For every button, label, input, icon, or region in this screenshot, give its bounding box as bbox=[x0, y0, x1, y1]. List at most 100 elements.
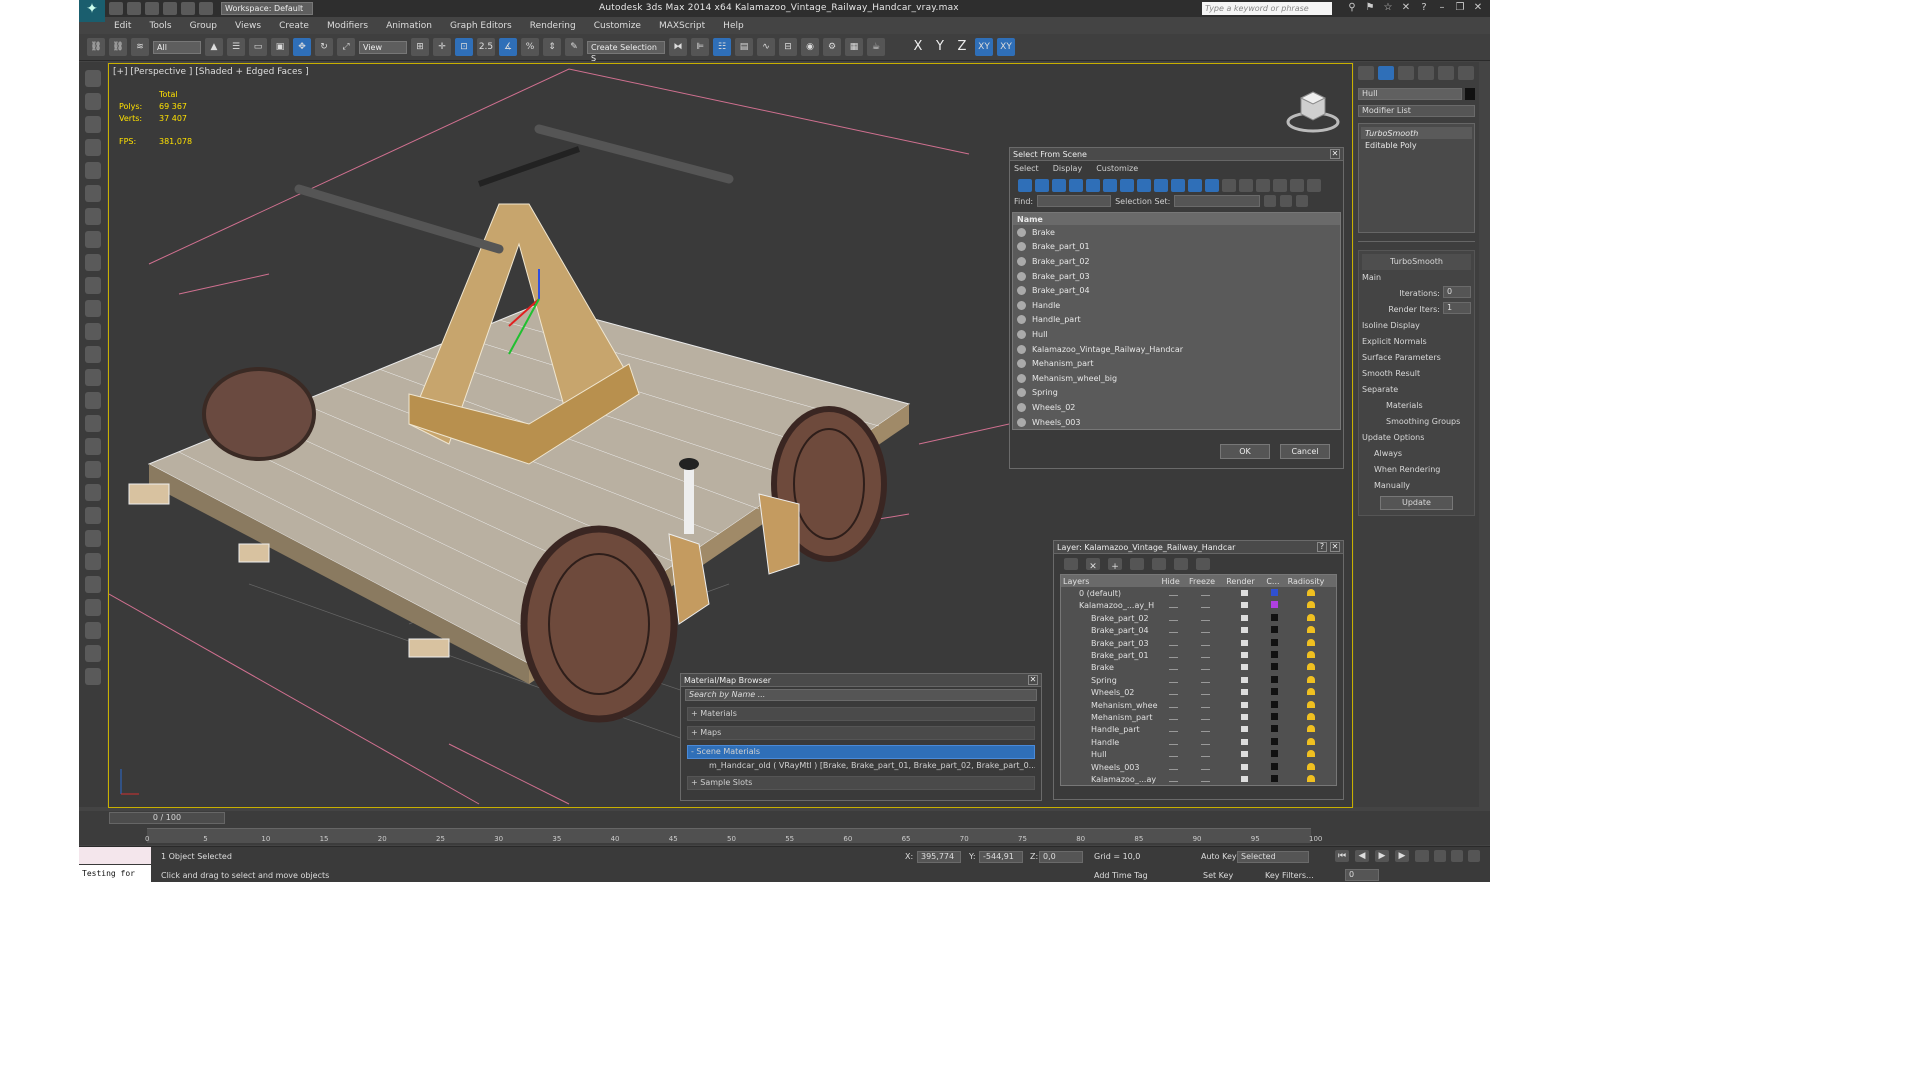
angle-snap-icon[interactable]: ∡ bbox=[499, 38, 517, 56]
project-icon[interactable] bbox=[199, 2, 213, 15]
select-scene-close-icon[interactable]: ✕ bbox=[1330, 149, 1340, 159]
select-scene-menu-display[interactable]: Display bbox=[1053, 164, 1083, 173]
list-item[interactable]: Kalamazoo_Vintage_Railway_Handcar bbox=[1013, 342, 1340, 357]
menu-modifiers[interactable]: Modifiers bbox=[318, 21, 377, 31]
freeze-toggle[interactable] bbox=[1187, 662, 1224, 674]
list-item[interactable]: Mehanism_wheel_big bbox=[1013, 371, 1340, 386]
table-row[interactable]: Handle_part bbox=[1061, 724, 1336, 736]
add-time-tag[interactable]: Add Time Tag bbox=[1094, 871, 1148, 880]
display-xrefs-icon[interactable] bbox=[1137, 179, 1151, 192]
star-icon[interactable]: ☆ bbox=[1382, 2, 1394, 14]
spinner-snap-icon[interactable]: ⇕ bbox=[543, 38, 561, 56]
selection-set-dropdown[interactable] bbox=[1174, 195, 1261, 207]
layer-col-header[interactable]: Hide bbox=[1160, 575, 1187, 587]
freeze-toggle[interactable] bbox=[1187, 587, 1224, 599]
freeze-toggle[interactable] bbox=[1187, 761, 1224, 773]
render-icon[interactable] bbox=[1224, 625, 1264, 637]
hide-toggle[interactable] bbox=[1160, 649, 1187, 661]
hide-toggle[interactable] bbox=[1160, 711, 1187, 723]
render-icon[interactable] bbox=[1224, 736, 1264, 748]
select-invert-icon[interactable] bbox=[1256, 179, 1270, 192]
space-icon[interactable] bbox=[85, 484, 101, 501]
menu-rendering[interactable]: Rendering bbox=[521, 21, 585, 31]
rect-selection-icon[interactable]: ▭ bbox=[249, 38, 267, 56]
current-frame-field[interactable]: 0 bbox=[1345, 869, 1379, 881]
binoculars-icon[interactable]: ⚲ bbox=[1346, 2, 1358, 14]
globe-icon[interactable] bbox=[85, 622, 101, 639]
hide-toggle[interactable] bbox=[1160, 687, 1187, 699]
hierarchy-tab-icon[interactable] bbox=[1398, 66, 1414, 80]
doc-icon[interactable] bbox=[85, 645, 101, 662]
color-swatch[interactable] bbox=[1264, 711, 1285, 723]
selection-filter-dropdown[interactable]: All bbox=[153, 40, 201, 54]
materials-checkbox[interactable]: Materials bbox=[1362, 398, 1471, 414]
menu-animation[interactable]: Animation bbox=[377, 21, 441, 31]
create-icon[interactable] bbox=[85, 70, 101, 87]
layer-col-header[interactable]: C... bbox=[1264, 575, 1285, 587]
radiosity-icon[interactable] bbox=[1286, 687, 1336, 699]
render-icon[interactable] bbox=[1224, 687, 1264, 699]
color-swatch[interactable] bbox=[1264, 724, 1285, 736]
radiosity-icon[interactable] bbox=[1286, 674, 1336, 686]
find-input[interactable] bbox=[1037, 195, 1112, 207]
table-row[interactable]: Brake_part_04 bbox=[1061, 625, 1336, 637]
color-swatch[interactable] bbox=[1264, 699, 1285, 711]
color-swatch[interactable] bbox=[1264, 625, 1285, 637]
save-icon[interactable] bbox=[145, 2, 159, 15]
modifier-list-dropdown[interactable]: Modifier List bbox=[1358, 105, 1475, 117]
list-item[interactable]: Wheels_003 bbox=[1013, 415, 1340, 430]
scene-materials-section[interactable]: - Scene Materials bbox=[687, 745, 1035, 759]
render-icon[interactable] bbox=[1224, 637, 1264, 649]
layer-col-header[interactable]: Freeze bbox=[1187, 575, 1224, 587]
color-swatch[interactable] bbox=[1264, 612, 1285, 624]
axis-xy-button[interactable]: XY bbox=[975, 38, 993, 56]
matbrowser-close-icon[interactable]: ✕ bbox=[1028, 675, 1038, 685]
render-icon[interactable] bbox=[1224, 662, 1264, 674]
color-swatch[interactable] bbox=[1264, 687, 1285, 699]
hide-toggle[interactable] bbox=[1160, 724, 1187, 736]
sample-slots-section[interactable]: + Sample Slots bbox=[687, 776, 1035, 790]
table-row[interactable]: Brake bbox=[1061, 662, 1336, 674]
menu-customize[interactable]: Customize bbox=[585, 21, 650, 31]
sound-icon[interactable] bbox=[85, 208, 101, 225]
freeze-toggle[interactable] bbox=[1187, 773, 1224, 785]
menu-create[interactable]: Create bbox=[270, 21, 318, 31]
stack-item-editable-poly[interactable]: Editable Poly bbox=[1361, 139, 1472, 151]
close-icon[interactable]: ✕ bbox=[1472, 2, 1484, 14]
snaps-toggle-icon[interactable]: 2.5 bbox=[477, 38, 495, 56]
hide-toggle[interactable] bbox=[1160, 587, 1187, 599]
table-row[interactable]: 0 (default) bbox=[1061, 587, 1336, 599]
window-crossing-icon[interactable]: ▣ bbox=[271, 38, 289, 56]
prev-frame-icon[interactable]: ◀ bbox=[1355, 850, 1369, 862]
go-to-start-icon[interactable]: ⏮ bbox=[1335, 850, 1349, 862]
hide-toggle[interactable] bbox=[1160, 736, 1187, 748]
list-item[interactable]: Brake_part_02 bbox=[1013, 254, 1340, 269]
hide-all-icon[interactable] bbox=[1174, 558, 1188, 570]
render-icon[interactable] bbox=[1224, 761, 1264, 773]
table-row[interactable]: Wheels_02 bbox=[1061, 687, 1336, 699]
viewcube-icon[interactable] bbox=[1285, 84, 1341, 134]
hide-toggle[interactable] bbox=[1160, 600, 1187, 612]
hide-toggle[interactable] bbox=[1160, 761, 1187, 773]
freeze-toggle[interactable] bbox=[1187, 736, 1224, 748]
object-color-swatch[interactable] bbox=[1465, 88, 1475, 100]
object-name-field[interactable]: Hull bbox=[1358, 88, 1463, 100]
color-swatch[interactable] bbox=[1264, 761, 1285, 773]
edit-named-sel-icon[interactable]: ✎ bbox=[565, 38, 583, 56]
keyword-search-input[interactable]: Type a keyword or phrase bbox=[1202, 2, 1332, 15]
redo-icon[interactable] bbox=[181, 2, 195, 15]
display-groups-icon[interactable] bbox=[1120, 179, 1134, 192]
render-icon[interactable] bbox=[1224, 587, 1264, 599]
play-icon[interactable]: ▶ bbox=[1375, 850, 1389, 862]
hide-toggle[interactable] bbox=[1160, 662, 1187, 674]
zoom-icon[interactable] bbox=[1417, 850, 1429, 862]
select-move-icon[interactable]: ✥ bbox=[293, 38, 311, 56]
hide-toggle[interactable] bbox=[1160, 748, 1187, 760]
color-swatch[interactable] bbox=[1264, 649, 1285, 661]
sun-icon[interactable] bbox=[85, 369, 101, 386]
unlink-icon[interactable]: ⛓ bbox=[109, 38, 127, 56]
display-geometry-icon[interactable] bbox=[1018, 179, 1032, 192]
layer-title[interactable]: Layer: Kalamazoo_Vintage_Railway_Handcar bbox=[1054, 541, 1343, 554]
list-item[interactable]: Wheels_02 bbox=[1013, 400, 1340, 415]
when-rendering-radio[interactable]: When Rendering bbox=[1362, 462, 1471, 478]
